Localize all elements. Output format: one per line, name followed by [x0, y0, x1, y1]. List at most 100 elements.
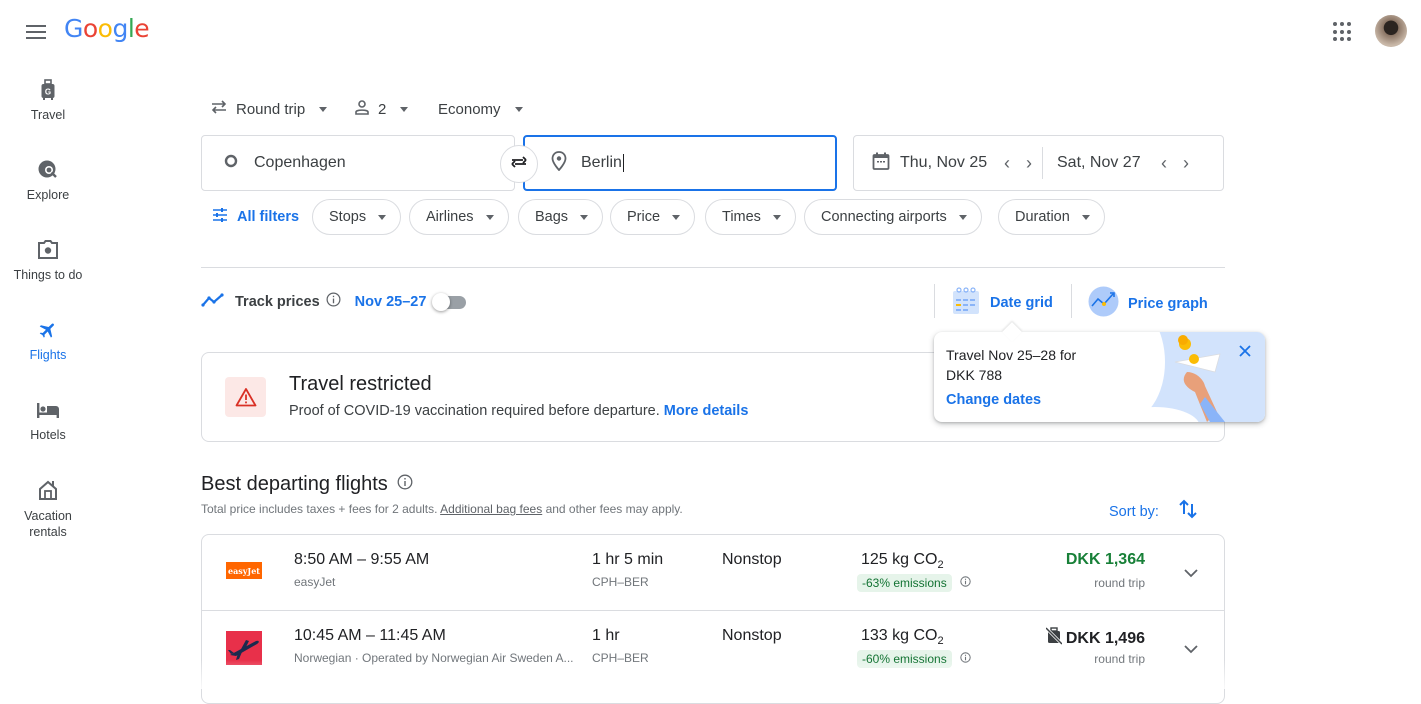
track-prices-toggle[interactable]	[432, 293, 468, 311]
airplane-icon	[0, 318, 96, 342]
date-grid-button[interactable]: Date grid	[952, 287, 1053, 319]
cabin-class-select[interactable]: Economy	[438, 98, 523, 120]
caret-down-icon	[514, 106, 523, 112]
camera-icon	[0, 238, 96, 262]
subtitle-text: Total price includes taxes + fees for 2 …	[201, 502, 438, 516]
return-date-value[interactable]: Sat, Nov 27	[1057, 154, 1153, 172]
sidebar-item-travel[interactable]: G Travel	[0, 78, 96, 122]
sidebar-item-hotels[interactable]: Hotels	[0, 398, 96, 442]
more-details-link[interactable]: More details	[664, 403, 749, 419]
cheaper-dates-popup: Travel Nov 25–28 for DKK 788 Change date…	[934, 332, 1265, 422]
info-icon[interactable]	[326, 292, 341, 311]
user-avatar[interactable]	[1375, 15, 1407, 47]
results-heading: Best departing flights	[201, 473, 413, 496]
restriction-body: Proof of COVID-19 vaccination required b…	[289, 403, 748, 419]
person-icon	[354, 99, 370, 119]
flight-times: 8:50 AM – 9:55 AM	[294, 551, 430, 568]
filter-chip-stops[interactable]: Stops	[312, 199, 402, 235]
flight-price: DKK 1,496	[1044, 626, 1145, 650]
expand-chevron-icon[interactable]	[1184, 641, 1198, 659]
close-icon[interactable]	[1239, 344, 1251, 362]
toggle-knob	[432, 293, 450, 311]
caret-down-icon	[772, 214, 781, 220]
sidebar-item-vacation-rentals[interactable]: Vacation rentals	[0, 478, 96, 540]
info-icon[interactable]	[960, 574, 971, 592]
filter-chip-airlines[interactable]: Airlines	[409, 199, 509, 235]
swap-locations-button[interactable]	[500, 145, 538, 183]
filter-chip-bags[interactable]: Bags	[518, 199, 604, 235]
chip-label: Stops	[329, 209, 367, 225]
date-range-field[interactable]: Thu, Nov 25 ‹ › Sat, Nov 27 ‹ ›	[853, 135, 1224, 191]
flight-duration: 1 hr	[592, 627, 620, 644]
all-filters-button[interactable]: All filters	[212, 208, 299, 226]
bag-fees-link[interactable]: Additional bag fees	[440, 502, 542, 516]
sidebar-item-flights[interactable]: Flights	[0, 318, 96, 362]
depart-date-value[interactable]: Thu, Nov 25	[900, 154, 996, 172]
flight-row[interactable]: 10:45 AM – 11:45 AM Norwegian · Operated…	[202, 610, 1224, 685]
apps-grid-icon[interactable]	[1333, 22, 1353, 42]
chip-label: Connecting airports	[821, 209, 947, 225]
co2-value: 133 kg CO	[861, 627, 938, 644]
origin-input[interactable]: Copenhagen	[201, 135, 515, 191]
trip-type-value: Round trip	[236, 100, 306, 118]
toolbar-divider	[934, 284, 935, 318]
svg-text:G: G	[45, 88, 51, 97]
info-icon[interactable]	[397, 474, 413, 495]
all-filters-label: All filters	[237, 209, 300, 225]
passengers-select[interactable]: 2	[354, 98, 409, 120]
depart-next-day-icon[interactable]: ›	[1018, 153, 1040, 174]
caret-down-icon	[1081, 214, 1090, 220]
hamburger-menu-icon	[26, 25, 46, 27]
co2-amount: 125 kg CO2	[861, 551, 944, 571]
emissions-info: -63% emissions	[857, 574, 971, 592]
logo-letter: o	[82, 14, 98, 43]
popup-price: DKK 788	[946, 367, 1003, 383]
swap-arrows-icon	[509, 154, 529, 175]
logo-letter: g	[112, 14, 128, 43]
location-pin-icon	[551, 150, 567, 176]
price-note: round trip	[1094, 576, 1145, 590]
destination-input[interactable]: Berlin	[523, 135, 837, 191]
caret-down-icon	[958, 214, 967, 220]
sidebar-item-explore[interactable]: Explore	[0, 158, 96, 202]
explore-globe-icon	[0, 158, 96, 182]
chip-label: Airlines	[426, 209, 474, 225]
flight-route: CPH–BER	[592, 651, 649, 665]
origin-circle-icon	[224, 154, 238, 173]
caret-down-icon	[485, 214, 494, 220]
trip-type-select[interactable]: Round trip	[210, 98, 328, 120]
flight-stops: Nonstop	[722, 551, 782, 568]
main-menu-button[interactable]	[24, 22, 48, 42]
filter-chip-connecting-airports[interactable]: Connecting airports	[804, 199, 982, 235]
filter-chip-price[interactable]: Price	[610, 199, 696, 235]
return-prev-day-icon[interactable]: ‹	[1153, 153, 1175, 174]
info-icon[interactable]	[960, 650, 971, 668]
airline-name: Norwegian · Operated by Norwegian Air Sw…	[294, 651, 574, 665]
price-graph-button[interactable]: Price graph	[1088, 286, 1208, 321]
logo-letter: o	[97, 14, 113, 43]
caret-down-icon	[672, 214, 681, 220]
popup-message: Travel Nov 25–28 for DKK 788	[946, 345, 1076, 385]
popup-line-1: Travel Nov 25–28 for	[946, 347, 1077, 363]
logo-letter: G	[64, 14, 83, 43]
co2-subscript: 2	[937, 559, 944, 572]
cabin-class-value: Economy	[438, 100, 501, 118]
change-dates-link[interactable]: Change dates	[946, 392, 1041, 408]
chip-label: Times	[722, 209, 761, 225]
sidebar-item-things-to-do[interactable]: Things to do	[0, 238, 96, 282]
sidebar-item-label: Things to do	[13, 268, 83, 282]
chip-label: Bags	[535, 209, 569, 225]
depart-prev-day-icon[interactable]: ‹	[996, 153, 1018, 174]
origin-value: Copenhagen	[254, 154, 346, 171]
flight-row[interactable]: easyJet 8:50 AM – 9:55 AM easyJet 1 hr 5…	[202, 535, 1224, 610]
chip-label: Duration	[1015, 209, 1070, 225]
expand-chevron-icon[interactable]	[1184, 565, 1198, 583]
filter-chip-duration[interactable]: Duration	[998, 199, 1105, 235]
google-logo[interactable]: Google	[64, 14, 150, 43]
sort-by-button[interactable]: Sort by:	[1109, 499, 1197, 524]
price-value: DKK 1,364	[1065, 551, 1145, 568]
return-next-day-icon[interactable]: ›	[1175, 153, 1197, 174]
track-prices-row: Track prices Nov 25–27	[201, 292, 426, 311]
calendar-icon	[872, 152, 890, 175]
filter-chip-times[interactable]: Times	[705, 199, 796, 235]
